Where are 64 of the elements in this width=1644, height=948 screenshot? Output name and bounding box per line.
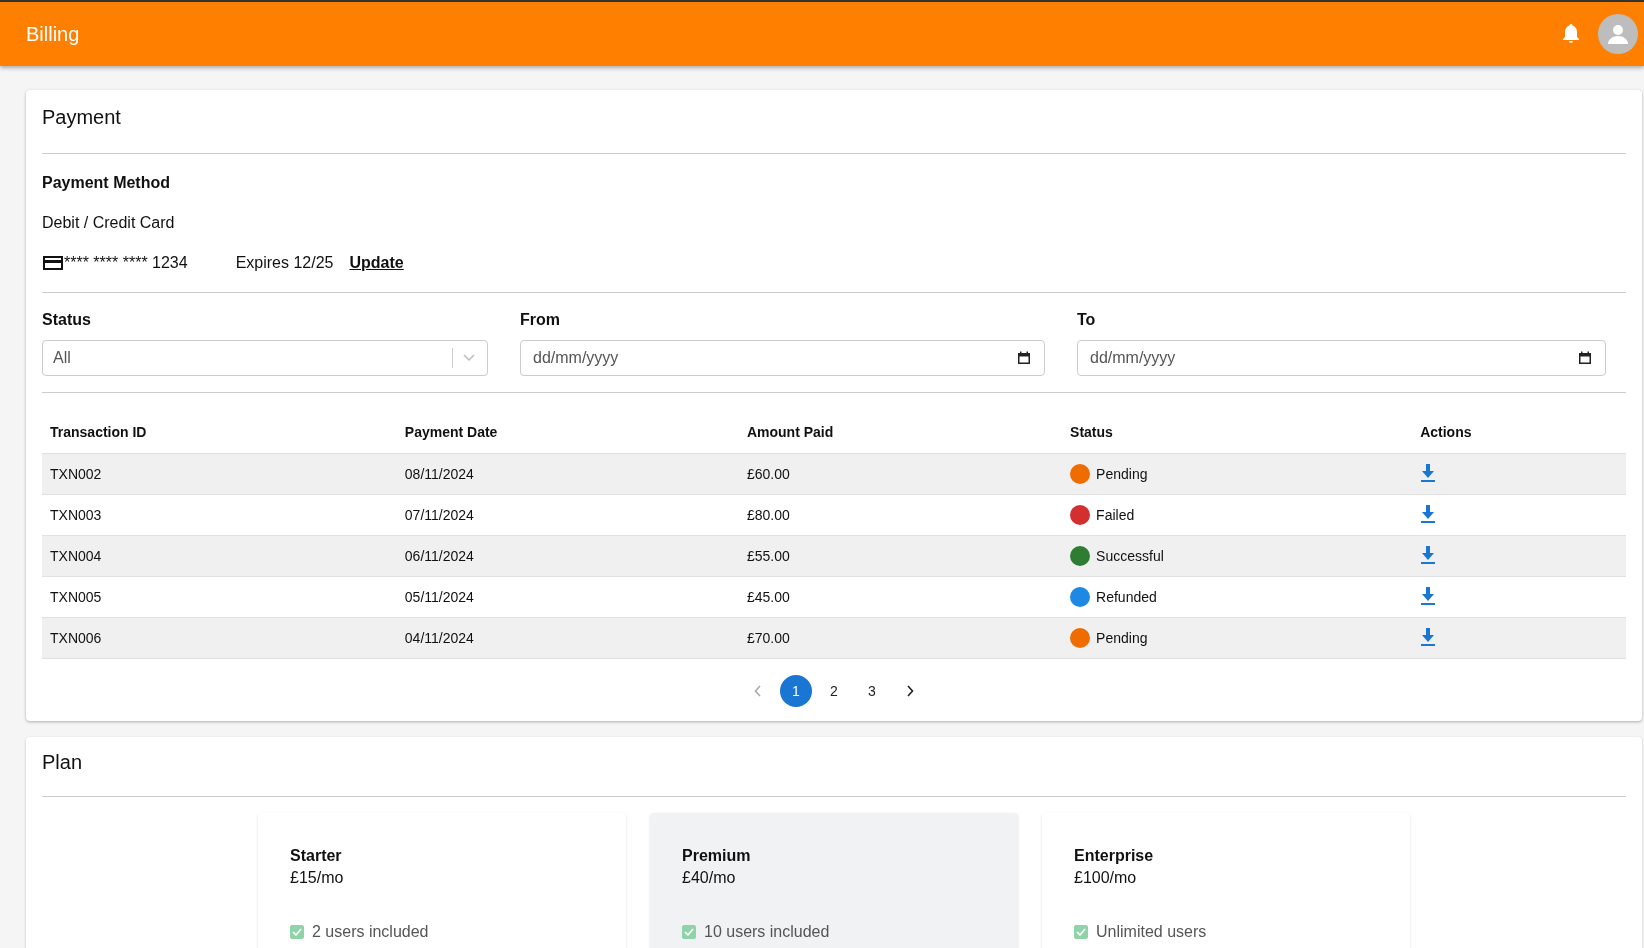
table-cell: £55.00 bbox=[738, 535, 1063, 577]
page-button[interactable]: 3 bbox=[856, 675, 888, 707]
date-field[interactable]: dd/mm/yyyy bbox=[520, 340, 1045, 376]
page-title: Billing bbox=[26, 22, 81, 46]
page-button[interactable]: 1 bbox=[780, 675, 812, 707]
calendar-icon[interactable] bbox=[1017, 351, 1031, 365]
status-text: Successful bbox=[1096, 548, 1164, 564]
table-cell: £60.00 bbox=[738, 453, 1063, 495]
filter-label: From bbox=[520, 311, 561, 329]
status-text: Failed bbox=[1096, 507, 1135, 523]
table-cell: TXN002 bbox=[42, 453, 397, 495]
status-text: Pending bbox=[1096, 630, 1148, 646]
calendar-icon[interactable] bbox=[1578, 351, 1592, 365]
plan-card[interactable]: Starter £15/mo 2 users included bbox=[258, 813, 626, 948]
feature-text: 2 users included bbox=[312, 923, 429, 941]
plan-name: Premium bbox=[682, 847, 752, 865]
section-title: Plan bbox=[42, 751, 84, 774]
plan-card[interactable]: Enterprise £100/mo Unlimited users bbox=[1042, 813, 1410, 948]
download-icon[interactable] bbox=[1420, 463, 1437, 482]
chevron-left-icon bbox=[754, 685, 762, 697]
feature-text: 10 users included bbox=[704, 923, 830, 941]
plan-price: £40/mo bbox=[682, 869, 737, 887]
download-icon[interactable] bbox=[1420, 586, 1437, 605]
download-icon[interactable] bbox=[1420, 504, 1437, 523]
status-text: Refunded bbox=[1096, 589, 1157, 605]
card-number: **** **** **** 1234 bbox=[64, 254, 188, 272]
card-expiry: Expires 12/25 bbox=[235, 254, 334, 272]
chevron-down-icon bbox=[463, 354, 475, 362]
page-button[interactable]: 2 bbox=[818, 675, 850, 707]
avatar[interactable] bbox=[1598, 14, 1638, 54]
credit-card-icon bbox=[42, 254, 64, 272]
date-field[interactable]: dd/mm/yyyy bbox=[1077, 340, 1606, 376]
section-subtitle: Payment Method bbox=[42, 174, 171, 192]
plan-card[interactable]: Premium £40/mo 10 users included bbox=[650, 813, 1018, 948]
column-header: Transaction ID bbox=[42, 411, 397, 454]
download-icon[interactable] bbox=[1420, 627, 1437, 646]
table-cell: £70.00 bbox=[738, 617, 1063, 659]
section-title: Payment bbox=[42, 106, 122, 129]
table-cell: TXN006 bbox=[42, 617, 397, 659]
checkbox[interactable] bbox=[1074, 925, 1088, 939]
checkbox[interactable] bbox=[682, 925, 696, 939]
table-cell: 04/11/2024 bbox=[396, 617, 739, 659]
table-cell: TXN004 bbox=[42, 535, 397, 577]
filter-label: Status bbox=[42, 311, 92, 329]
column-header: Status bbox=[1062, 411, 1413, 454]
download-icon[interactable] bbox=[1420, 545, 1437, 564]
column-header: Amount Paid bbox=[738, 411, 1063, 454]
chevron-right-icon bbox=[906, 685, 914, 697]
column-header: Actions bbox=[1412, 411, 1626, 454]
plan-name: Enterprise bbox=[1074, 847, 1155, 865]
checkbox[interactable] bbox=[290, 925, 304, 939]
plan-price: £100/mo bbox=[1074, 869, 1138, 887]
feature-text: Unlimited users bbox=[1096, 923, 1207, 941]
update-link[interactable]: Update bbox=[349, 254, 404, 272]
plan-price: £15/mo bbox=[290, 869, 345, 887]
table-cell: 06/11/2024 bbox=[396, 535, 739, 577]
bell-icon[interactable] bbox=[1562, 24, 1580, 44]
filter-label: To bbox=[1077, 311, 1097, 329]
status-select[interactable]: All bbox=[42, 340, 488, 376]
column-header: Payment Date bbox=[396, 411, 739, 454]
table-cell: 08/11/2024 bbox=[396, 453, 739, 495]
payment-type: Debit / Credit Card bbox=[42, 214, 176, 232]
status-text: Pending bbox=[1096, 466, 1148, 482]
plan-name: Starter bbox=[290, 847, 343, 865]
